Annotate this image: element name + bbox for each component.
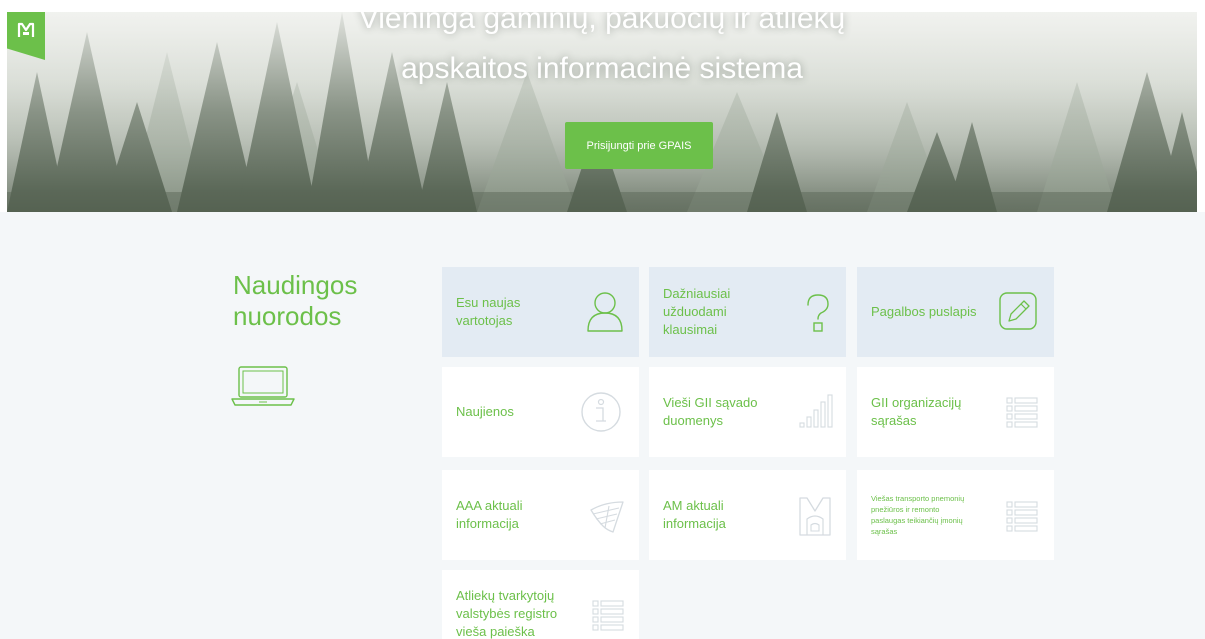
hero-banner: Vieninga gaminių, pakuočių ir atliekų ap… <box>7 12 1197 212</box>
list-icon <box>1006 501 1038 532</box>
card-label: Pagalbos puslapis <box>871 304 977 319</box>
card-label: Esu naujas vartotojas <box>456 295 521 328</box>
question-icon <box>807 294 829 332</box>
section-title: Naudingos nuorodos <box>233 270 358 331</box>
login-button[interactable]: Prisijungti prie GPAIS <box>565 122 713 169</box>
aaa-logo-icon <box>590 501 624 533</box>
card-gii-summary[interactable]: Vieši GII sąvado duomenys <box>649 367 846 457</box>
card-new-user[interactable]: Esu naujas vartotojas <box>442 267 639 357</box>
list-icon <box>592 600 624 631</box>
card-am-info[interactable]: AM aktuali informacija <box>649 470 846 560</box>
card-label: Viešas transporto pnemonių pnežiūros ir … <box>871 494 965 536</box>
hero-title-line1: Vieninga gaminių, pakuočių ir atliekų <box>358 12 846 35</box>
useful-links-section: Naudingos nuorodos Esu naujas vartotojas… <box>0 212 1205 639</box>
card-label: GII organizacijų sąrašas <box>871 395 962 428</box>
card-gii-organizations[interactable]: GII organizacijų sąrašas <box>857 367 1054 457</box>
card-label: AM aktuali informacija <box>663 498 726 531</box>
logo-glyph <box>17 22 35 37</box>
user-icon <box>587 292 623 332</box>
card-label: Dažniausiai užduodami klausimai <box>663 286 731 337</box>
card-label: Atliekų tvarkytojų valstybės registro vi… <box>456 588 558 639</box>
card-waste-managers-registry[interactable]: Atliekų tvarkytojų valstybės registro vi… <box>442 570 639 639</box>
card-faq[interactable]: Dažniausiai užduodami klausimai <box>649 267 846 357</box>
card-label: Naujienos <box>456 404 514 419</box>
list-icon <box>1006 397 1038 428</box>
card-aaa-info[interactable]: AAA aktuali informacija <box>442 470 639 560</box>
card-help-page[interactable]: Pagalbos puslapis <box>857 267 1054 357</box>
card-vehicle-repair-companies[interactable]: Viešas transporto pnemonių pnežiūros ir … <box>857 470 1054 560</box>
hero-title-line2: apskaitos informacinė sistema <box>401 52 803 85</box>
forest-background <box>7 12 1197 212</box>
card-label: AAA aktuali informacija <box>456 498 523 531</box>
am-logo-icon <box>799 497 831 536</box>
laptop-icon <box>231 366 295 406</box>
bar-chart-icon <box>799 394 833 428</box>
card-label: Vieši GII sąvado duomenys <box>663 395 758 428</box>
card-news[interactable]: Naujienos <box>442 367 639 457</box>
pencil-icon <box>999 292 1037 330</box>
info-icon <box>581 392 621 432</box>
